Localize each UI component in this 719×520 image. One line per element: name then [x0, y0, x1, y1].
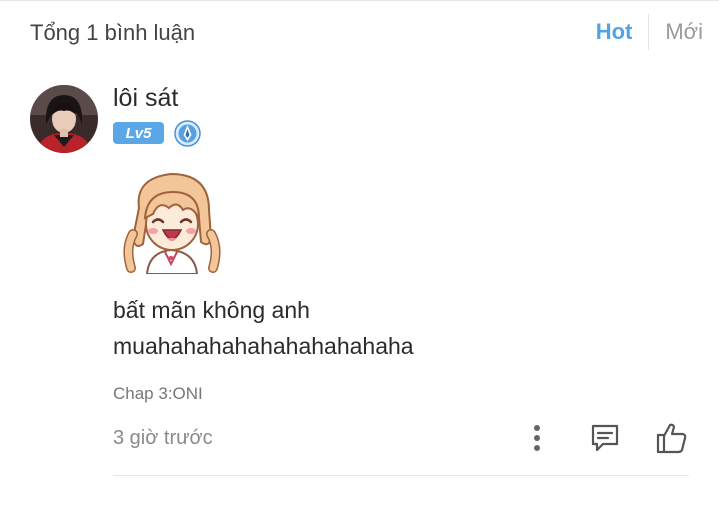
rank-emblem-icon	[174, 120, 201, 147]
chapter-link[interactable]: Chap 3:ONI	[113, 384, 203, 404]
total-comments-label: Tổng 1 bình luận	[30, 20, 196, 45]
laughing-girl-sticker	[113, 168, 231, 275]
comment-time: 3 giờ trước	[113, 427, 213, 449]
comment-line: bất mãn không anh	[113, 297, 310, 323]
comment-divider	[113, 475, 689, 476]
like-thumbs-up-icon[interactable]	[653, 420, 691, 456]
comments-header: Tổng 1 bình luận Hot Mới	[0, 0, 719, 66]
comment-line: muahahahahahahahahahaha	[113, 333, 414, 359]
avatar-image	[30, 85, 98, 153]
username[interactable]: lôi sát	[113, 84, 178, 113]
level-badge: Lv5	[113, 122, 164, 144]
sort-hot-tab[interactable]: Hot	[580, 19, 649, 45]
reply-icon[interactable]	[586, 420, 624, 456]
comment-body: bất mãn không anh muahahahahahahahahahah…	[113, 292, 673, 364]
more-options-icon[interactable]	[525, 420, 549, 456]
user-avatar[interactable]	[30, 85, 98, 153]
sort-new-tab[interactable]: Mới	[649, 19, 719, 45]
sort-tabs: Hot Mới	[580, 14, 719, 50]
